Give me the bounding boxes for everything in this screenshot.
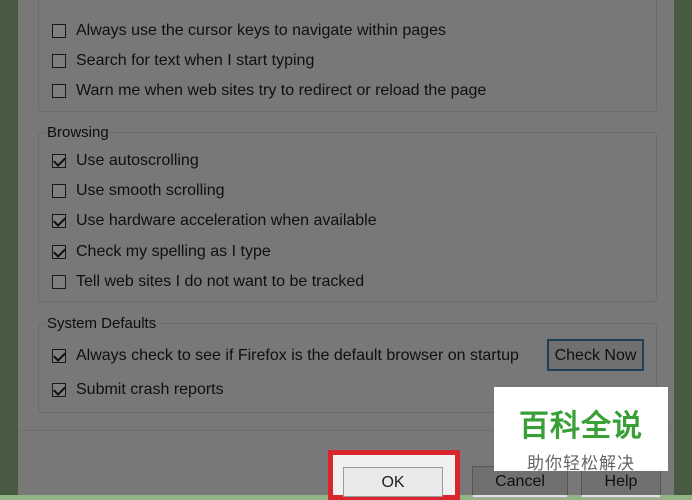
checkbox-row-smooth-scrolling[interactable]: Use smooth scrolling [52, 180, 225, 202]
checkbox-label: Warn me when web sites try to redirect o… [76, 82, 487, 99]
checkbox-row-hardware-acceleration[interactable]: Use hardware acceleration when available [52, 210, 377, 232]
checkbox-row-cursor-keys[interactable]: Always use the cursor keys to navigate w… [52, 20, 446, 42]
checkbox-label: Use autoscrolling [76, 152, 199, 169]
checkbox-label: Always use the cursor keys to navigate w… [76, 22, 446, 39]
checkbox-do-not-track[interactable] [52, 275, 66, 289]
checkbox-row-spelling[interactable]: Check my spelling as I type [52, 241, 271, 263]
checkbox-row-default-browser[interactable]: Always check to see if Firefox is the de… [52, 345, 519, 367]
checkbox-default-browser[interactable] [52, 349, 66, 363]
checkbox-row-autoscrolling[interactable]: Use autoscrolling [52, 150, 199, 172]
watermark-logo: 百科全说 助你轻松解决 [494, 387, 668, 474]
checkbox-crash-reports[interactable] [52, 383, 66, 397]
checkbox-label: Use smooth scrolling [76, 182, 225, 199]
checkbox-row-do-not-track[interactable]: Tell web sites I do not want to be track… [52, 271, 364, 293]
checkbox-cursor-keys[interactable] [52, 24, 66, 38]
ok-button[interactable]: OK [343, 467, 443, 497]
checkbox-row-search-text[interactable]: Search for text when I start typing [52, 50, 314, 72]
checkbox-hardware-acceleration[interactable] [52, 214, 66, 228]
checkbox-search-text[interactable] [52, 54, 66, 68]
check-now-button[interactable]: Check Now [547, 339, 644, 371]
checkbox-label: Search for text when I start typing [76, 52, 315, 69]
ok-button-highlight: OK [328, 450, 460, 500]
system-defaults-group-title: System Defaults [46, 315, 158, 333]
checkbox-label: Use hardware acceleration when available [76, 212, 377, 229]
checkbox-smooth-scrolling[interactable] [52, 184, 66, 198]
checkbox-label: Tell web sites I do not want to be track… [76, 273, 365, 290]
checkbox-row-warn-redirect[interactable]: Warn me when web sites try to redirect o… [52, 80, 486, 102]
checkbox-warn-redirect[interactable] [52, 84, 66, 98]
browsing-group-title: Browsing [46, 124, 110, 142]
checkbox-label: Submit crash reports [76, 381, 224, 398]
watermark-title: 百科全说 [519, 409, 643, 444]
watermark-subtitle: 助你轻松解决 [527, 454, 635, 474]
checkbox-row-crash-reports[interactable]: Submit crash reports [52, 379, 224, 401]
checkbox-spelling[interactable] [52, 245, 66, 259]
checkbox-label: Always check to see if Firefox is the de… [76, 347, 519, 364]
checkbox-autoscrolling[interactable] [52, 154, 66, 168]
checkbox-label: Check my spelling as I type [76, 243, 271, 260]
